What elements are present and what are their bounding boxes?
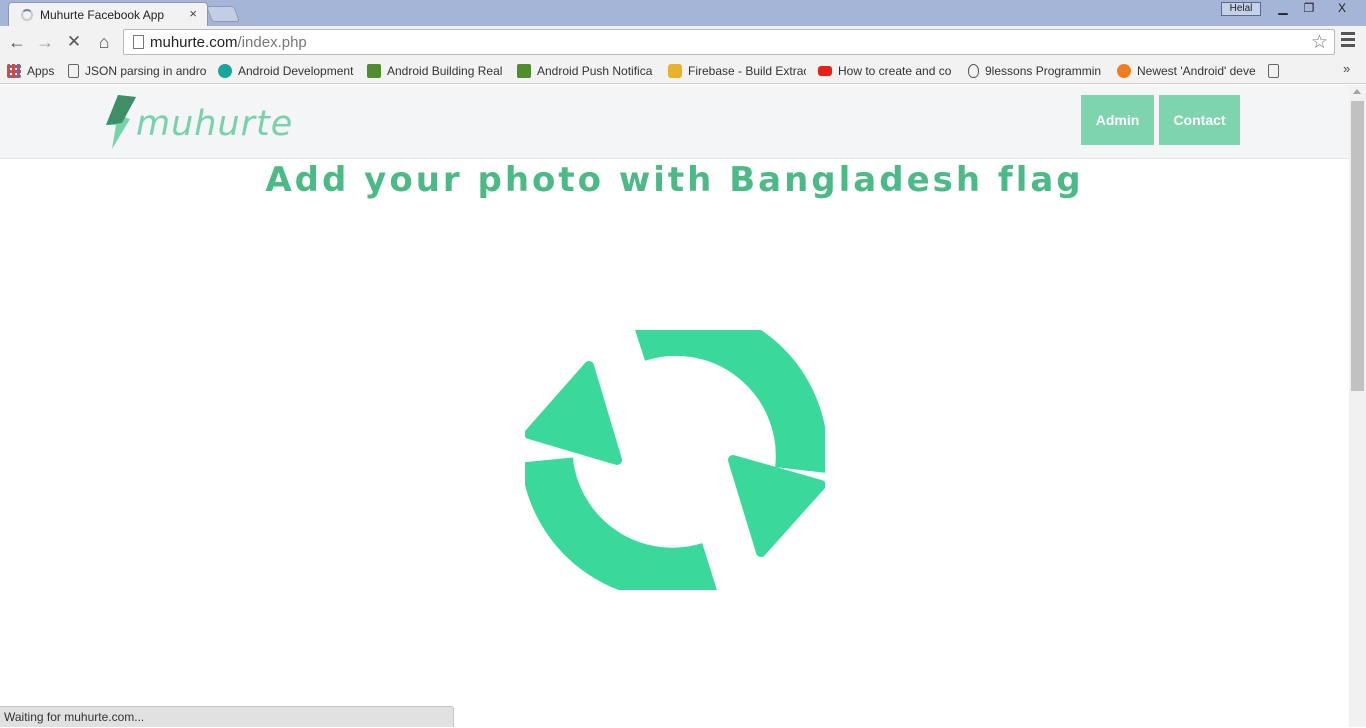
back-button[interactable]: ← <box>5 30 29 54</box>
tab-title: Muhurte Facebook App <box>40 8 165 22</box>
vertical-scrollbar[interactable] <box>1349 85 1366 727</box>
bookmark-android-building[interactable]: Android Building Real <box>367 62 505 80</box>
url-text[interactable]: muhurte.com/index.php <box>150 34 307 51</box>
profile-badge[interactable]: Helal <box>1221 2 1261 16</box>
bookmark-apps[interactable]: Apps <box>7 62 63 80</box>
firebase-icon <box>668 64 682 78</box>
scrollbar-thumb[interactable] <box>1351 101 1364 391</box>
browser-menu-icon[interactable] <box>1341 32 1357 50</box>
egg-icon <box>968 64 979 78</box>
page-icon <box>1268 64 1279 78</box>
bookmarks-bar: Apps JSON parsing in andro Android Devel… <box>0 58 1366 84</box>
page-viewport: muhurte Admin Contact Add your photo wit… <box>0 85 1349 727</box>
bookmark-page[interactable] <box>1268 62 1288 80</box>
minimize-button[interactable]: ▁ <box>1270 0 1296 17</box>
contact-button[interactable]: Contact <box>1159 95 1240 145</box>
home-button[interactable]: ⌂ <box>92 30 116 54</box>
youtube-icon <box>818 66 832 76</box>
bookmark-9lessons[interactable]: 9lessons Programmin <box>968 62 1106 80</box>
android-icon <box>367 64 381 78</box>
browser-titlebar: Muhurte Facebook App × Helal ▁ ❐ X <box>0 0 1366 26</box>
page-icon <box>133 35 144 49</box>
url-domain: muhurte.com <box>150 34 238 51</box>
browser-toolbar: ← → ✕ ⌂ muhurte.com/index.php ☆ <box>0 26 1366 58</box>
vogella-icon <box>218 64 232 78</box>
new-tab-button[interactable] <box>206 6 240 22</box>
site-logo[interactable]: muhurte <box>104 95 304 151</box>
android-icon <box>517 64 531 78</box>
browser-tab-active[interactable]: Muhurte Facebook App × <box>8 2 208 26</box>
maximize-button[interactable]: ❐ <box>1296 0 1322 17</box>
bookmark-firebase[interactable]: Firebase - Build Extrac <box>668 62 806 80</box>
bookmark-newest-android[interactable]: Newest 'Android' deve <box>1117 62 1257 80</box>
page-headline: Add your photo with Bangladesh flag <box>265 160 1084 200</box>
stop-loading-button[interactable]: ✕ <box>62 30 86 54</box>
scroll-up-icon[interactable] <box>1353 89 1361 94</box>
bookmark-star-icon[interactable]: ☆ <box>1311 31 1328 54</box>
apps-grid-icon <box>7 64 21 78</box>
bookmark-android-push[interactable]: Android Push Notifica <box>517 62 655 80</box>
page-icon <box>68 64 79 78</box>
close-window-button[interactable]: X <box>1322 0 1362 17</box>
bookmark-json-parsing[interactable]: JSON parsing in andro <box>68 62 206 80</box>
forward-button[interactable]: → <box>33 30 57 54</box>
tab-close-icon[interactable]: × <box>189 6 197 21</box>
admin-button[interactable]: Admin <box>1081 95 1154 145</box>
status-bar: Waiting for muhurte.com... <box>0 706 454 727</box>
logo-text: muhurte <box>136 104 294 144</box>
address-bar[interactable]: muhurte.com/index.php ☆ <box>123 29 1335 55</box>
bookmarks-overflow-icon[interactable]: » <box>1343 61 1350 76</box>
site-header: muhurte Admin Contact <box>0 85 1349 159</box>
fn-icon <box>1117 64 1131 78</box>
url-path: /index.php <box>237 34 307 51</box>
bookmark-how-to-create[interactable]: How to create and co <box>818 62 956 80</box>
refresh-loading-icon <box>525 330 825 590</box>
bookmark-android-development[interactable]: Android Development <box>218 62 356 80</box>
loading-spinner-icon <box>21 9 33 21</box>
